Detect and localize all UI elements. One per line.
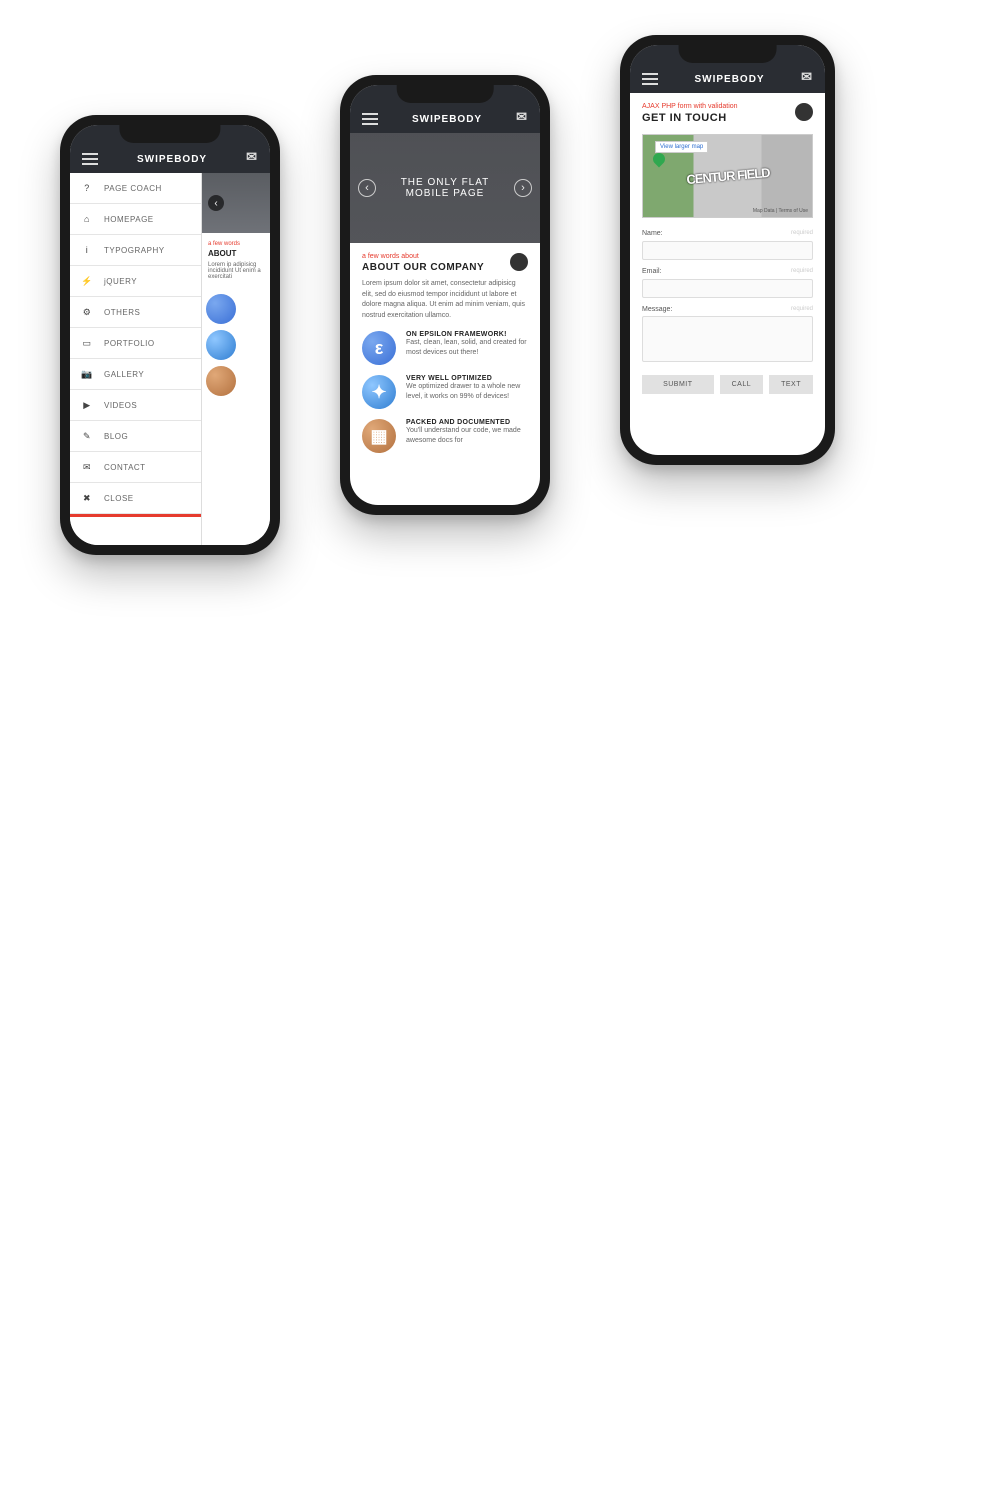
- feature-row: ε ON EPSILON FRAMEWORK! Fast, clean, lea…: [362, 331, 528, 365]
- map-embed[interactable]: View larger map CENTUR FIELD Map Data | …: [642, 134, 813, 218]
- pencil-icon: ✎: [80, 429, 94, 443]
- section-tag: AJAX PHP form with validation: [642, 103, 813, 110]
- share-button[interactable]: [510, 253, 528, 271]
- page-behind-drawer: ‹ a few words ABOUT Lorem ip adipisicg i…: [202, 173, 270, 545]
- name-label: Name:required: [642, 230, 813, 237]
- field-message: Message:required: [642, 306, 813, 367]
- app-header: SWIPEBODY ✉: [350, 85, 540, 133]
- hero-line-1: THE ONLY FLAT: [401, 177, 490, 188]
- feature-heading: ON EPSILON FRAMEWORK!: [406, 331, 528, 338]
- section-tag: a few words: [208, 241, 264, 247]
- map-view-larger-link[interactable]: View larger map: [655, 141, 708, 153]
- mail-icon[interactable]: ✉: [516, 109, 528, 125]
- app-title: SWIPEBODY: [694, 74, 764, 85]
- hero-carousel: ‹ THE ONLY FLAT MOBILE PAGE ›: [350, 133, 540, 243]
- feature-row: ▦ PACKED AND DOCUMENTED You'll understan…: [362, 419, 528, 453]
- feature-bubble-wood: [206, 366, 236, 396]
- text-button[interactable]: TEXT: [769, 375, 813, 394]
- menu-item-portfolio[interactable]: ▭PORTFOLIO: [70, 328, 201, 359]
- hamburger-icon[interactable]: [82, 153, 98, 165]
- message-label: Message:required: [642, 306, 813, 313]
- email-label: Email:required: [642, 268, 813, 275]
- feature-bubble-compass: [206, 330, 236, 360]
- call-button[interactable]: CALL: [720, 375, 764, 394]
- feature-bubble-epsilon: [206, 294, 236, 324]
- mail-icon[interactable]: ✉: [246, 149, 258, 165]
- sidebar-menu: ?PAGE COACH ⌂HOMEPAGE iTYPOGRAPHY ⚡jQUER…: [70, 173, 202, 545]
- map-location-label: CENTUR FIELD: [685, 165, 769, 187]
- menu-item-gallery[interactable]: 📷GALLERY: [70, 359, 201, 390]
- email-input[interactable]: [642, 279, 813, 298]
- menu-item-typography[interactable]: iTYPOGRAPHY: [70, 235, 201, 266]
- gear-icon: ⚙: [80, 305, 94, 319]
- section-heading: ABOUT: [208, 249, 264, 258]
- hero-line-2: MOBILE PAGE: [401, 188, 490, 199]
- section-tag: a few words about: [362, 253, 528, 260]
- share-button[interactable]: [795, 103, 813, 121]
- app-title: SWIPEBODY: [412, 114, 482, 125]
- carousel-prev-icon[interactable]: ‹: [358, 179, 376, 197]
- form-buttons: SUBMIT CALL TEXT: [642, 375, 813, 394]
- submit-button[interactable]: SUBMIT: [642, 375, 714, 394]
- section-body: Lorem ip adipisicg incididunt Ut enim a …: [208, 262, 264, 280]
- home-icon: ⌂: [80, 212, 94, 226]
- field-name: Name:required: [642, 230, 813, 260]
- menu-item-homepage[interactable]: ⌂HOMEPAGE: [70, 204, 201, 235]
- menu-item-pagecoach[interactable]: ?PAGE COACH: [70, 173, 201, 204]
- app-header: SWIPEBODY ✉: [70, 125, 270, 173]
- help-icon: ?: [80, 181, 94, 195]
- screen: SWIPEBODY ✉ ?PAGE COACH ⌂HOMEPAGE iTYPOG…: [70, 125, 270, 545]
- close-icon: ✖: [80, 491, 94, 505]
- feature-heading: VERY WELL OPTIMIZED: [406, 375, 528, 382]
- menu-item-jquery[interactable]: ⚡jQUERY: [70, 266, 201, 297]
- hero-peek: ‹: [202, 173, 270, 233]
- box-icon: ▦: [362, 419, 396, 453]
- play-icon: ▶: [80, 398, 94, 412]
- briefcase-icon: ▭: [80, 336, 94, 350]
- carousel-prev-icon[interactable]: ‹: [208, 195, 224, 211]
- section-paragraph: Lorem ipsum dolor sit amet, consectetur …: [362, 279, 528, 321]
- screen: SWIPEBODY ✉ AJAX PHP form with validatio…: [630, 45, 825, 455]
- section-heading: ABOUT OUR COMPANY: [362, 262, 528, 273]
- bolt-icon: ⚡: [80, 274, 94, 288]
- feature-body: Fast, clean, lean, solid, and created fo…: [406, 338, 528, 358]
- envelope-icon: ✉: [80, 460, 94, 474]
- epsilon-icon: ε: [362, 331, 396, 365]
- hamburger-icon[interactable]: [362, 113, 378, 125]
- hamburger-icon[interactable]: [642, 73, 658, 85]
- name-input[interactable]: [642, 241, 813, 260]
- section-heading: GET IN TOUCH: [642, 112, 813, 124]
- screen: SWIPEBODY ✉ ‹ THE ONLY FLAT MOBILE PAGE …: [350, 85, 540, 505]
- menu-accent-bar: [70, 514, 201, 517]
- menu-item-videos[interactable]: ▶VIDEOS: [70, 390, 201, 421]
- feature-row: ✦ VERY WELL OPTIMIZED We optimized drawe…: [362, 375, 528, 409]
- info-icon: i: [80, 243, 94, 257]
- field-email: Email:required: [642, 268, 813, 298]
- feature-body: We optimized drawer to a whole new level…: [406, 382, 528, 402]
- phone-mockup-contact: SWIPEBODY ✉ AJAX PHP form with validatio…: [620, 35, 835, 465]
- map-attribution: Map Data | Terms of Use: [753, 208, 808, 214]
- message-input[interactable]: [642, 316, 813, 362]
- mail-icon[interactable]: ✉: [801, 69, 813, 85]
- compass-icon: ✦: [362, 375, 396, 409]
- phone-mockup-menu: SWIPEBODY ✉ ?PAGE COACH ⌂HOMEPAGE iTYPOG…: [60, 115, 280, 555]
- app-header: SWIPEBODY ✉: [630, 45, 825, 93]
- menu-item-close[interactable]: ✖CLOSE: [70, 483, 201, 514]
- menu-item-others[interactable]: ⚙OTHERS: [70, 297, 201, 328]
- phone-mockup-about: SWIPEBODY ✉ ‹ THE ONLY FLAT MOBILE PAGE …: [340, 75, 550, 515]
- menu-item-contact[interactable]: ✉CONTACT: [70, 452, 201, 483]
- carousel-next-icon[interactable]: ›: [514, 179, 532, 197]
- camera-icon: 📷: [80, 367, 94, 381]
- feature-heading: PACKED AND DOCUMENTED: [406, 419, 528, 426]
- feature-body: You'll understand our code, we made awes…: [406, 426, 528, 446]
- menu-item-blog[interactable]: ✎BLOG: [70, 421, 201, 452]
- map-pin-icon: [651, 151, 668, 168]
- app-title: SWIPEBODY: [137, 154, 207, 165]
